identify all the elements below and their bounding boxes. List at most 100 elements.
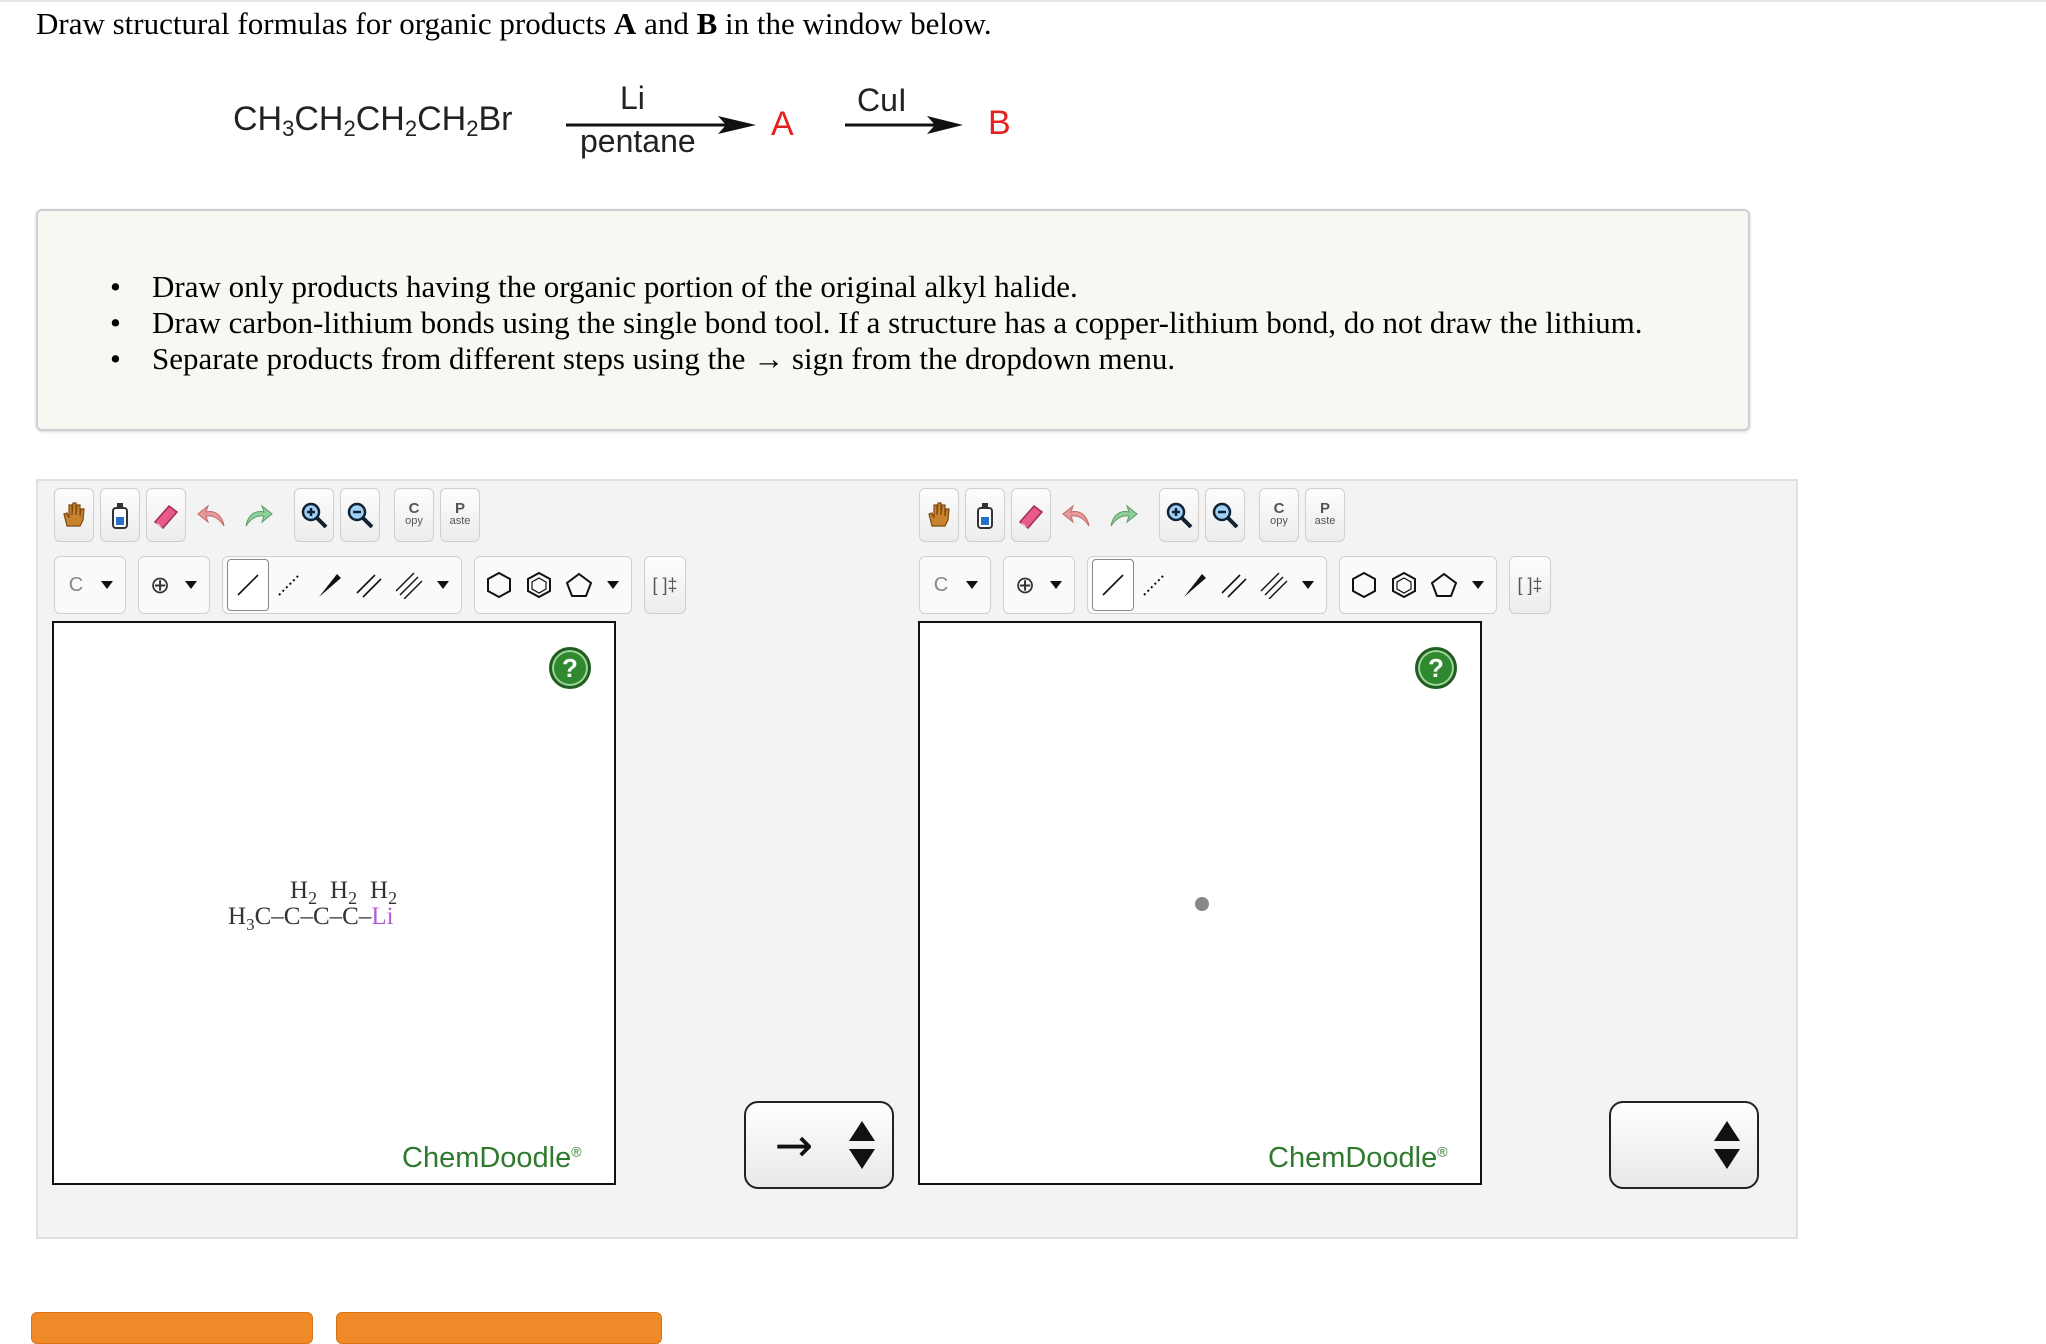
zoom-in-button[interactable]: [1159, 488, 1199, 542]
redo-button[interactable]: [1103, 488, 1143, 542]
atom-selector[interactable]: C: [54, 556, 126, 614]
step1-reagent: Li: [620, 80, 645, 116]
atom-selector[interactable]: C: [919, 556, 991, 614]
bracket-label: [ ]‡: [1517, 574, 1543, 595]
instruction-item: Draw carbon-lithium bonds using the sing…: [110, 305, 1643, 341]
atom-label[interactable]: C: [924, 560, 958, 610]
reaction-scheme: CH3CH2CH2CH2Br Li pentane A CuI B: [0, 0, 1100, 180]
undo-button[interactable]: [1057, 488, 1097, 542]
double-bond-button[interactable]: [1214, 560, 1254, 610]
ring-dropdown-arrow[interactable]: [1464, 560, 1492, 610]
dashed-bond-button[interactable]: [1134, 560, 1174, 610]
single-bond-button[interactable]: [1092, 559, 1134, 611]
help-button[interactable]: ?: [1415, 647, 1457, 689]
step-separator-select[interactable]: →: [744, 1101, 894, 1189]
help-button[interactable]: ?: [549, 647, 591, 689]
charge-selector[interactable]: ⊕: [1003, 556, 1075, 614]
up-arrow-icon: [1714, 1121, 1740, 1141]
triple-bond-button[interactable]: [1254, 560, 1294, 610]
submit-button[interactable]: [31, 1312, 313, 1344]
brand-mark: ®: [1437, 1143, 1448, 1160]
hashed-bond-icon: [278, 574, 300, 596]
single-bond-button[interactable]: [227, 559, 269, 611]
benzene-icon: [1392, 571, 1416, 599]
eraser-icon: [1018, 504, 1044, 530]
right-drawing-canvas[interactable]: ? ChemDoodle®: [918, 621, 1482, 1185]
formula-sub: 3: [282, 116, 295, 141]
clear-button[interactable]: [100, 488, 140, 542]
double-bond-icon: [356, 574, 382, 598]
clear-button[interactable]: [965, 488, 1005, 542]
charge-icon[interactable]: ⊕: [143, 560, 177, 610]
spinner-arrows[interactable]: [842, 1121, 882, 1169]
copy-button[interactable]: C opy: [394, 488, 434, 542]
eraser-button[interactable]: [146, 488, 186, 542]
undo-button[interactable]: [192, 488, 232, 542]
step2-arrow: [845, 116, 963, 134]
triple-bond-button[interactable]: [389, 560, 429, 610]
instructions-box: Draw only products having the organic po…: [36, 209, 1750, 431]
paste-button[interactable]: P aste: [440, 488, 480, 542]
cyclohexane-button[interactable]: [479, 560, 519, 610]
benzene-button[interactable]: [1384, 560, 1424, 610]
cyclohexane-button[interactable]: [1344, 560, 1384, 610]
charge-dropdown-arrow[interactable]: [177, 560, 205, 610]
copy-button[interactable]: C opy: [1259, 488, 1299, 542]
bond-dash: –: [300, 903, 313, 930]
organolithium-structure: H2 H2 H2 H3C–C–C–C–Li: [228, 877, 458, 937]
eraser-button[interactable]: [1011, 488, 1051, 542]
hand-tool-button[interactable]: [54, 488, 94, 542]
carbon-atom: C: [312, 903, 330, 930]
product-a-label: A: [771, 105, 794, 143]
hexagon-icon: [1352, 571, 1376, 599]
charge-selector[interactable]: ⊕: [138, 556, 210, 614]
secondary-button[interactable]: [336, 1312, 662, 1344]
bond-dropdown-arrow[interactable]: [1294, 560, 1322, 610]
dashed-bond-button[interactable]: [269, 560, 309, 610]
step-separator-select-empty[interactable]: [1609, 1101, 1759, 1189]
redo-button[interactable]: [238, 488, 278, 542]
bond-tools: [1087, 556, 1327, 614]
zoom-in-button[interactable]: [294, 488, 334, 542]
atom-label[interactable]: C: [59, 560, 93, 610]
spinner-arrows[interactable]: [1707, 1121, 1747, 1169]
benzene-icon: [527, 571, 551, 599]
single-bond-icon: [237, 574, 259, 596]
hand-tool-button[interactable]: [919, 488, 959, 542]
atom-dropdown-arrow[interactable]: [93, 560, 121, 610]
zoom-out-button[interactable]: [340, 488, 380, 542]
zoom-in-icon: [1166, 502, 1193, 529]
bracket-button[interactable]: [ ]‡: [1509, 556, 1551, 614]
carbon-atom: C: [342, 903, 359, 930]
cyclopentane-button[interactable]: [1424, 560, 1464, 610]
hand-icon: [928, 502, 950, 527]
carbon-chain: H3C–C–C–C–Li: [228, 903, 394, 935]
paste-label-top: P: [1319, 500, 1330, 517]
cyclopentane-button[interactable]: [559, 560, 599, 610]
product-b-label: B: [988, 104, 1011, 142]
right-toolbar-row1: C opy P aste: [919, 488, 1351, 542]
charge-icon[interactable]: ⊕: [1008, 560, 1042, 610]
bracket-button[interactable]: [ ]‡: [644, 556, 686, 614]
bond-dash: –: [358, 903, 372, 930]
lithium-atom: Li: [371, 903, 394, 930]
ring-dropdown-arrow[interactable]: [599, 560, 627, 610]
charge-dropdown-arrow[interactable]: [1042, 560, 1070, 610]
zoom-out-button[interactable]: [1205, 488, 1245, 542]
bond-tools: [222, 556, 462, 614]
paste-button[interactable]: P aste: [1305, 488, 1345, 542]
double-bond-button[interactable]: [349, 560, 389, 610]
copy-label-top: C: [1273, 500, 1285, 517]
wedge-bond-button[interactable]: [309, 560, 349, 610]
formula-part: Br: [478, 100, 513, 138]
left-drawing-canvas[interactable]: ? H2 H2 H2 H3C–C–C–C–Li ChemDoodle®: [52, 621, 616, 1185]
paste-label-top: P: [454, 500, 465, 517]
up-arrow-icon: [849, 1121, 875, 1141]
right-toolbar-row2: C ⊕ [ ]‡: [919, 556, 1557, 614]
formula-part: CH: [417, 100, 467, 138]
bond-dropdown-arrow[interactable]: [429, 560, 457, 610]
benzene-button[interactable]: [519, 560, 559, 610]
atom-dropdown-arrow[interactable]: [958, 560, 986, 610]
wedge-bond-button[interactable]: [1174, 560, 1214, 610]
zoom-out-icon: [347, 502, 374, 529]
